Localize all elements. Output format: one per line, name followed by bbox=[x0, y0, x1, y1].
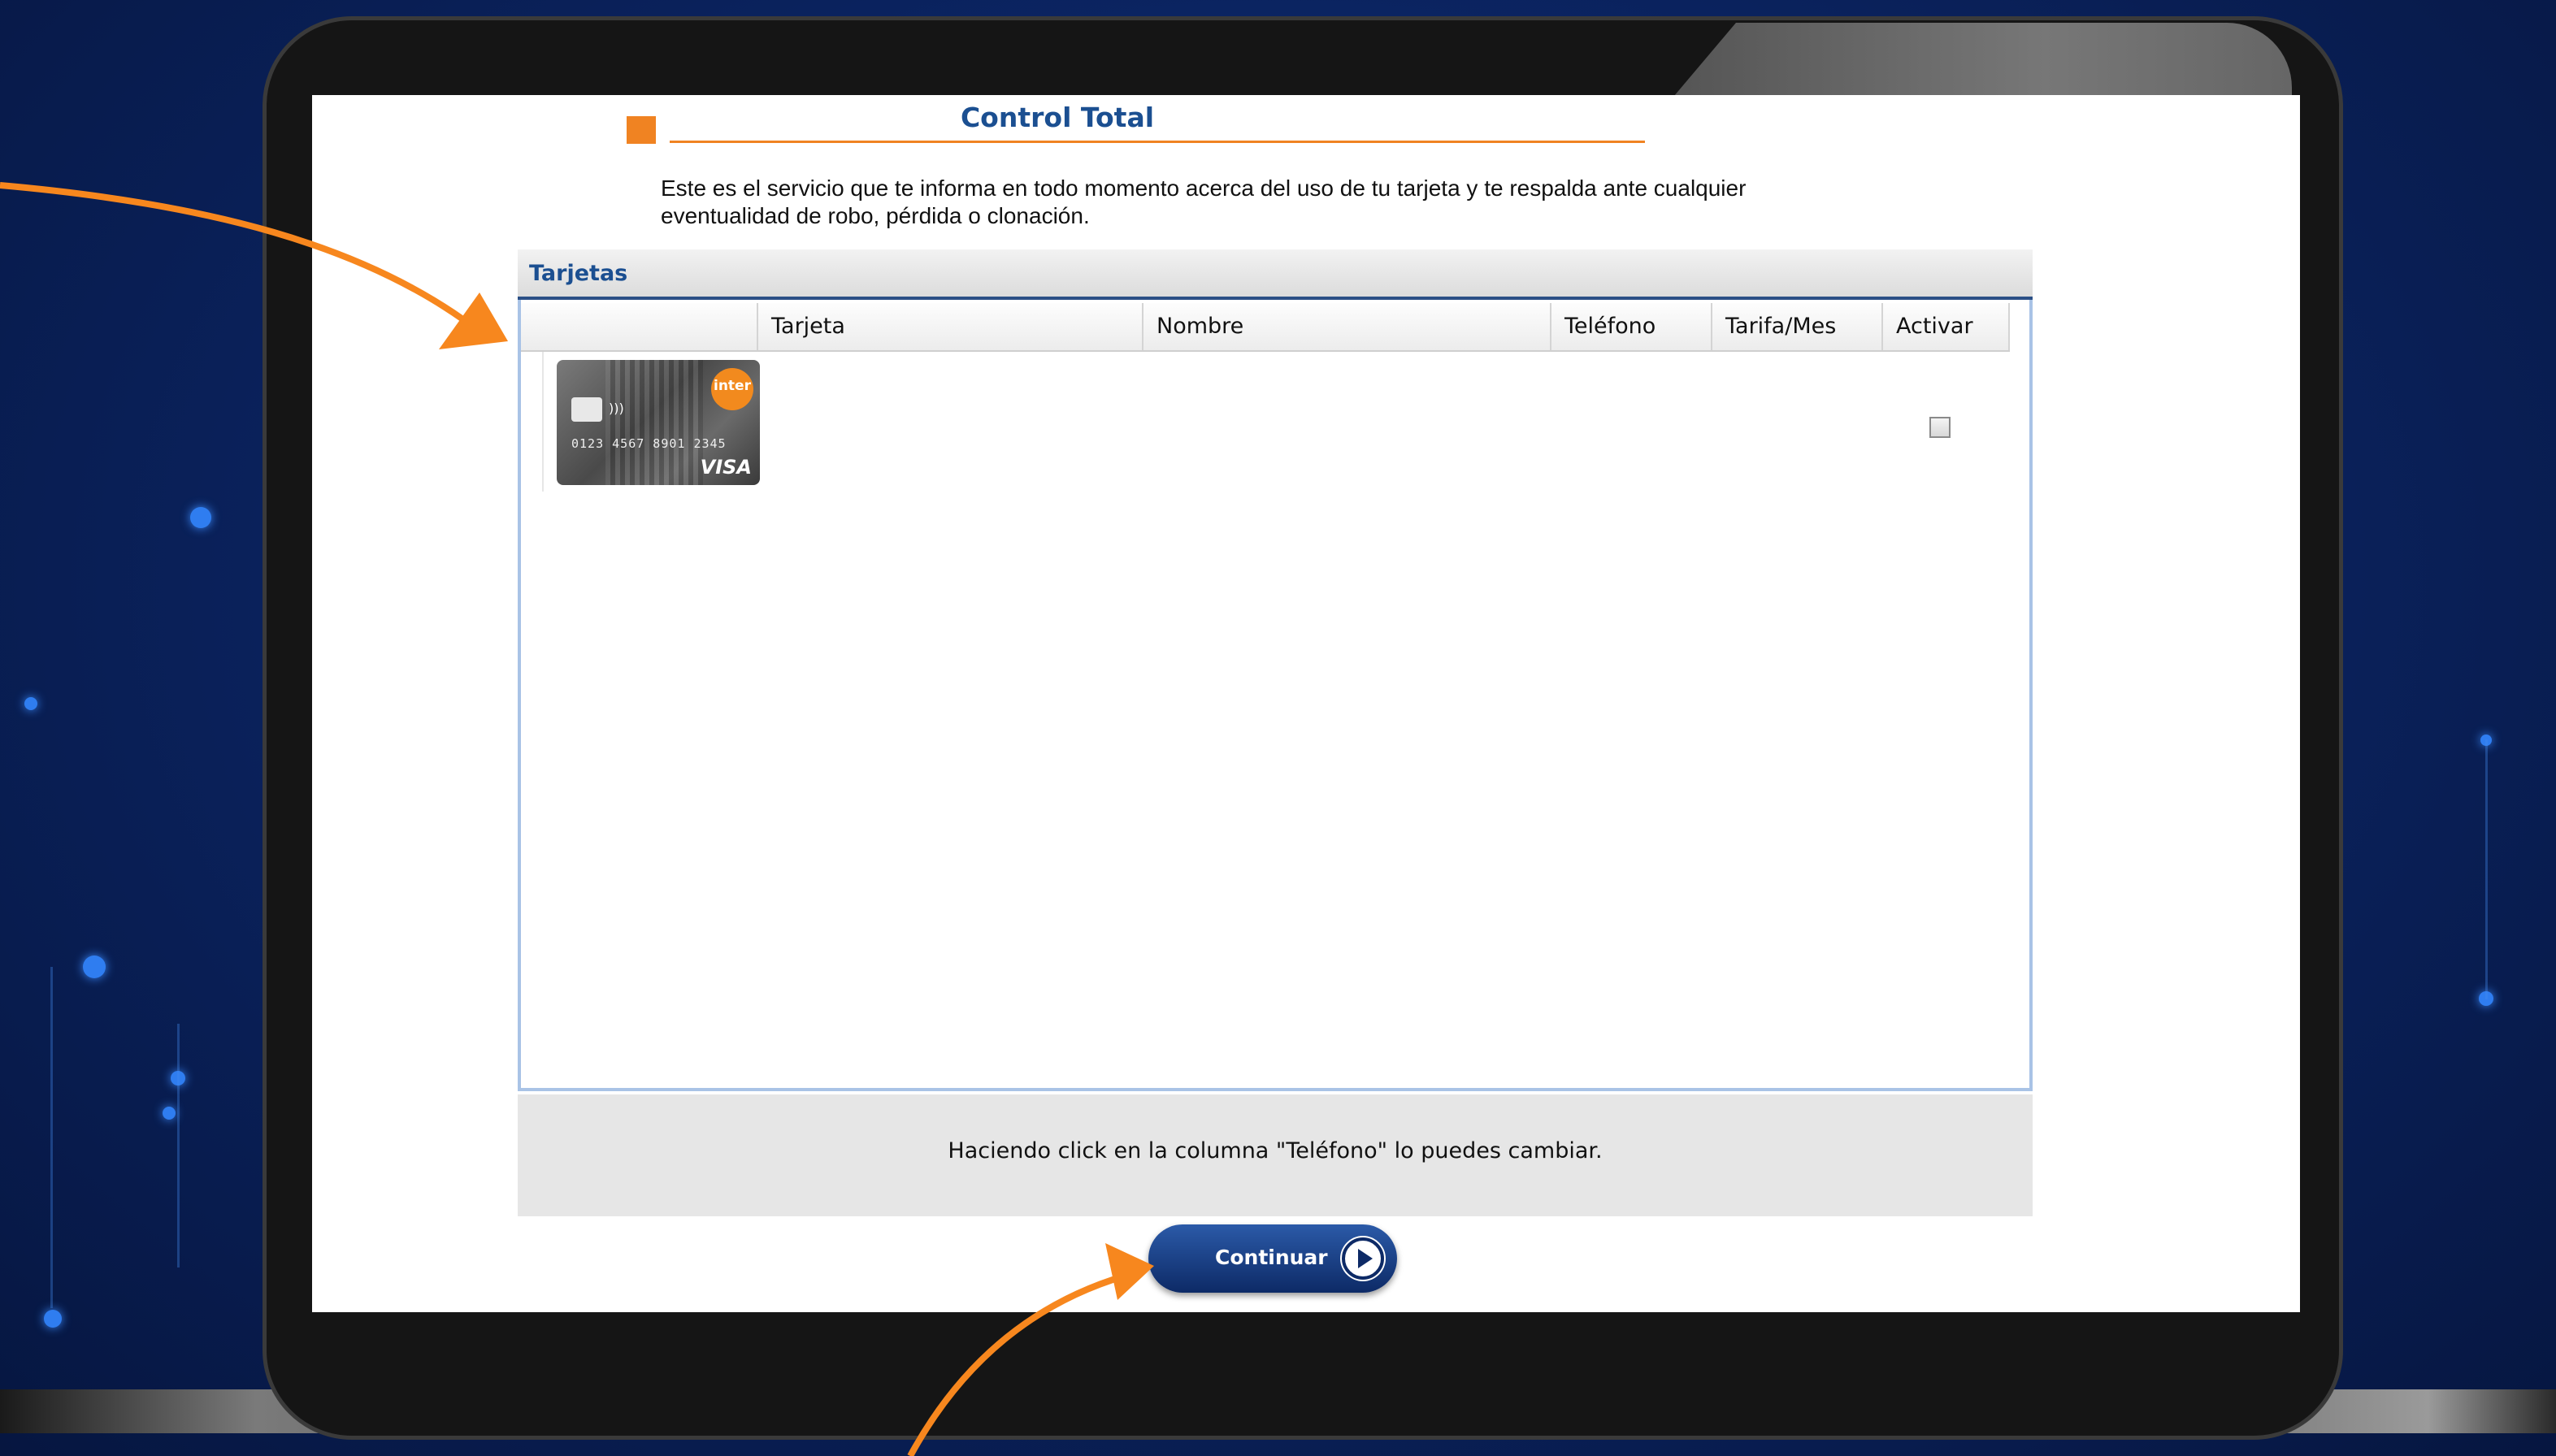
arrow-head-card bbox=[439, 292, 508, 349]
arrow-to-continue bbox=[907, 1272, 1127, 1456]
arrow-to-card bbox=[0, 182, 482, 335]
annotation-arrows bbox=[0, 182, 1154, 1456]
arrow-head-continue bbox=[1105, 1243, 1154, 1300]
